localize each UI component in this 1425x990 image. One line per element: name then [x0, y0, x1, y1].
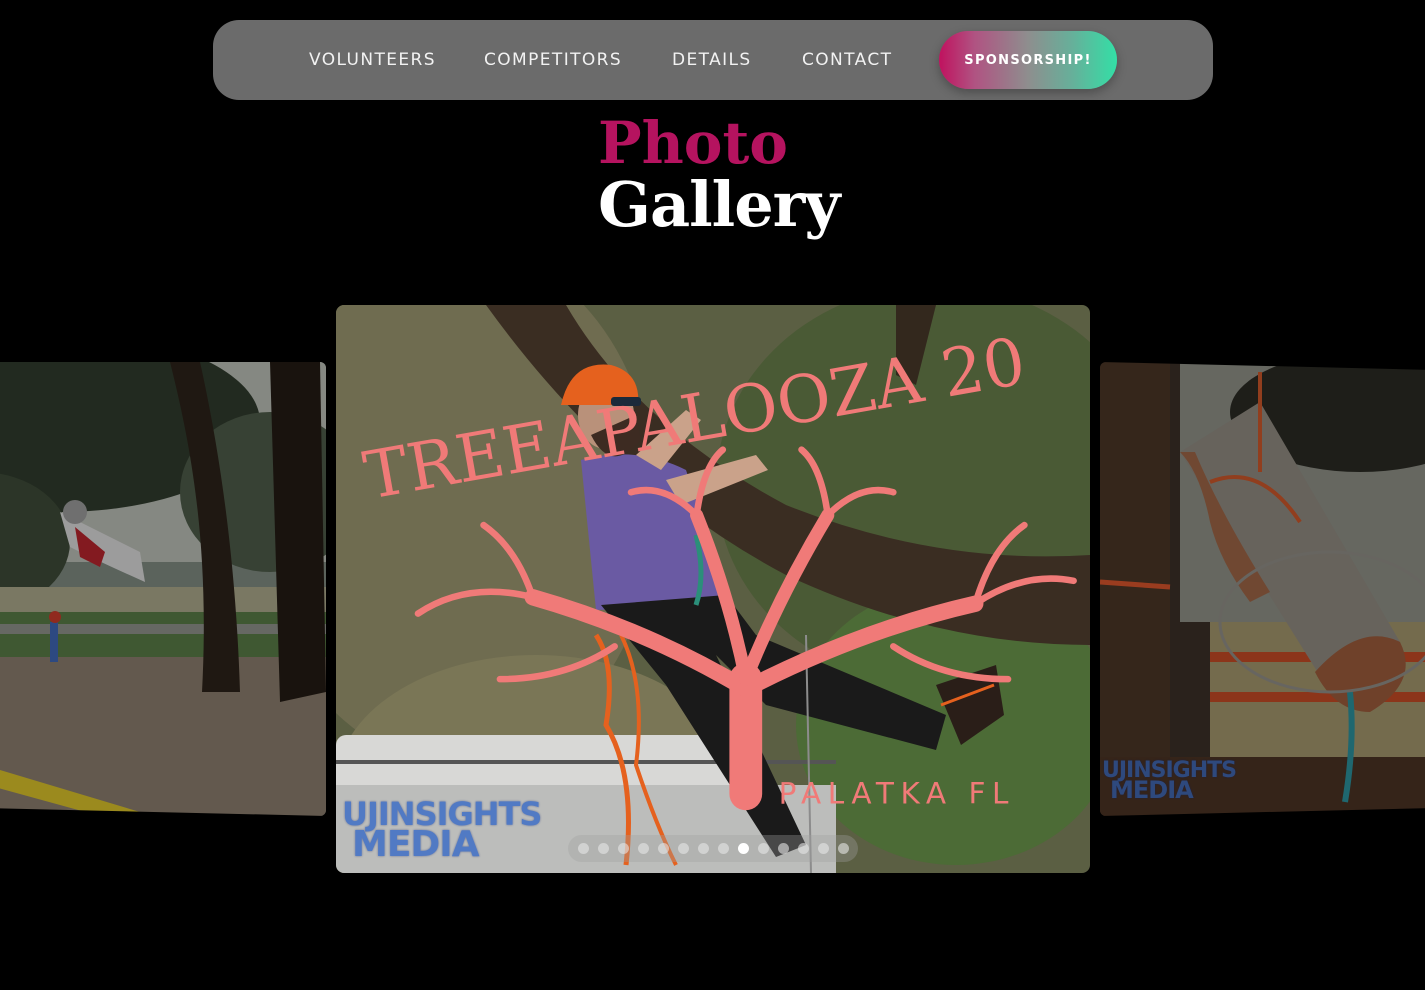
nav-link-contact[interactable]: CONTACT: [802, 20, 892, 100]
carousel-slide-next[interactable]: UJINSIGHTS MEDIA: [1100, 362, 1425, 816]
carousel-slide-current[interactable]: UJINSIGHTS MEDIA TREEAPALOOZA 20 PALATKA…: [336, 305, 1090, 873]
page-title-accent: Photo: [598, 109, 788, 177]
nav-link-volunteers[interactable]: VOLUNTEERS: [309, 20, 436, 100]
pagination-dot[interactable]: [717, 843, 729, 854]
pagination-dot-active[interactable]: [737, 843, 749, 854]
slide-photo-previous: [0, 362, 326, 816]
pagination-dot[interactable]: [837, 843, 849, 854]
nav-link-competitors[interactable]: COMPETITORS: [484, 20, 622, 100]
pagination-dot[interactable]: [637, 843, 649, 854]
carousel-pagination: [568, 835, 858, 862]
pagination-dot[interactable]: [797, 843, 809, 854]
pagination-dot[interactable]: [817, 843, 829, 854]
pagination-dot[interactable]: [757, 843, 769, 854]
page-title-main: Gallery: [598, 168, 840, 241]
watermark-insights-media: UJINSIGHTS MEDIA: [1102, 757, 1237, 805]
pagination-dot[interactable]: [577, 843, 589, 854]
nav-link-details[interactable]: DETAILS: [672, 20, 752, 100]
carousel-slide-previous[interactable]: [0, 362, 326, 816]
top-navigation: VOLUNTEERS COMPETITORS DETAILS CONTACT S…: [213, 20, 1213, 100]
pagination-dot[interactable]: [777, 843, 789, 854]
page-title: Photo Gallery: [598, 109, 840, 241]
slide-photo-next: [1100, 362, 1425, 816]
pagination-dot[interactable]: [617, 843, 629, 854]
pagination-dot[interactable]: [657, 843, 669, 854]
sponsorship-button[interactable]: SPONSORSHIP!: [939, 31, 1117, 89]
pagination-dot[interactable]: [697, 843, 709, 854]
pagination-dot[interactable]: [597, 843, 609, 854]
pagination-dot[interactable]: [677, 843, 689, 854]
photo-carousel: UJINSIGHTS MEDIA UJINSIGHTS MEDIA TREEAP…: [0, 300, 1425, 880]
treeapalooza-logo: TREEAPALOOZA 20 PALATKA FL: [358, 323, 1077, 811]
svg-text:PALATKA FL: PALATKA FL: [779, 777, 1015, 811]
svg-text:TREEAPALOOZA 20: TREEAPALOOZA 20: [358, 323, 1031, 514]
